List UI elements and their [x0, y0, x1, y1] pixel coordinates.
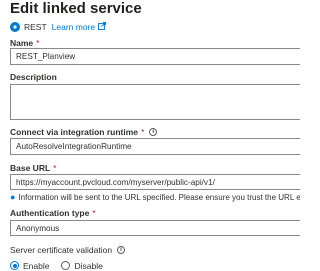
name-input[interactable]: REST_Planview — [10, 48, 300, 65]
base-url-input-value: https://myaccount.pvcloud.com/myserver/p… — [16, 177, 215, 187]
auth-type-label-text: Authentication type — [10, 207, 90, 218]
runtime-select-value: AutoResolveIntegrationRuntime — [16, 142, 132, 151]
external-link-icon[interactable] — [98, 22, 107, 32]
required-marker: * — [141, 126, 145, 137]
name-label-text: Name — [10, 37, 34, 48]
description-textarea[interactable] — [10, 84, 300, 120]
enable-radio[interactable]: Enable — [10, 261, 49, 271]
rest-icon — [10, 22, 20, 32]
runtime-select[interactable]: AutoResolveIntegrationRuntime — [10, 138, 300, 155]
disable-radio-label: Disable — [74, 260, 103, 271]
base-url-input[interactable]: https://myaccount.pvcloud.com/myserver/p… — [10, 174, 300, 190]
cert-validation-label-text: Server certificate validation — [10, 244, 113, 255]
enable-radio-label: Enable — [23, 260, 50, 271]
description-label: Description — [10, 71, 57, 82]
auth-type-select-value: Anonymous — [16, 223, 60, 233]
required-marker: * — [36, 37, 40, 48]
info-icon[interactable] — [117, 245, 126, 254]
base-url-notice-text: Information will be sent to the URL spec… — [18, 192, 300, 202]
runtime-label-text: Connect via integration runtime — [10, 126, 138, 137]
linked-service-panel: Edit linked service REST Learn more Name… — [0, 0, 300, 271]
cert-validation-radio-group: Enable Disable — [10, 260, 115, 271]
base-url-label: Base URL * — [10, 162, 56, 173]
disable-radio[interactable]: Disable — [61, 260, 103, 271]
required-marker: * — [92, 207, 96, 218]
base-url-notice: ● Information will be sent to the URL sp… — [10, 192, 300, 202]
description-label-text: Description — [10, 71, 57, 82]
name-label: Name * — [10, 37, 39, 48]
required-marker: * — [53, 162, 57, 173]
info-icon[interactable] — [149, 127, 158, 136]
info-circle-icon: ● — [10, 192, 16, 202]
auth-type-select[interactable]: Anonymous — [10, 220, 300, 236]
service-subtitle: REST Learn more — [10, 21, 107, 33]
radio-selected-icon[interactable] — [10, 261, 19, 270]
base-url-label-text: Base URL — [10, 162, 51, 173]
radio-unselected-icon[interactable] — [61, 261, 71, 270]
cert-validation-label: Server certificate validation — [10, 244, 126, 255]
runtime-label: Connect via integration runtime * — [10, 126, 158, 137]
name-input-value: REST_Planview — [16, 52, 76, 61]
panel-title: Edit linked service — [10, 0, 142, 17]
learn-more-link[interactable]: Learn more — [52, 22, 95, 32]
service-type-label: REST — [24, 22, 47, 32]
auth-type-label: Authentication type * — [10, 207, 96, 218]
